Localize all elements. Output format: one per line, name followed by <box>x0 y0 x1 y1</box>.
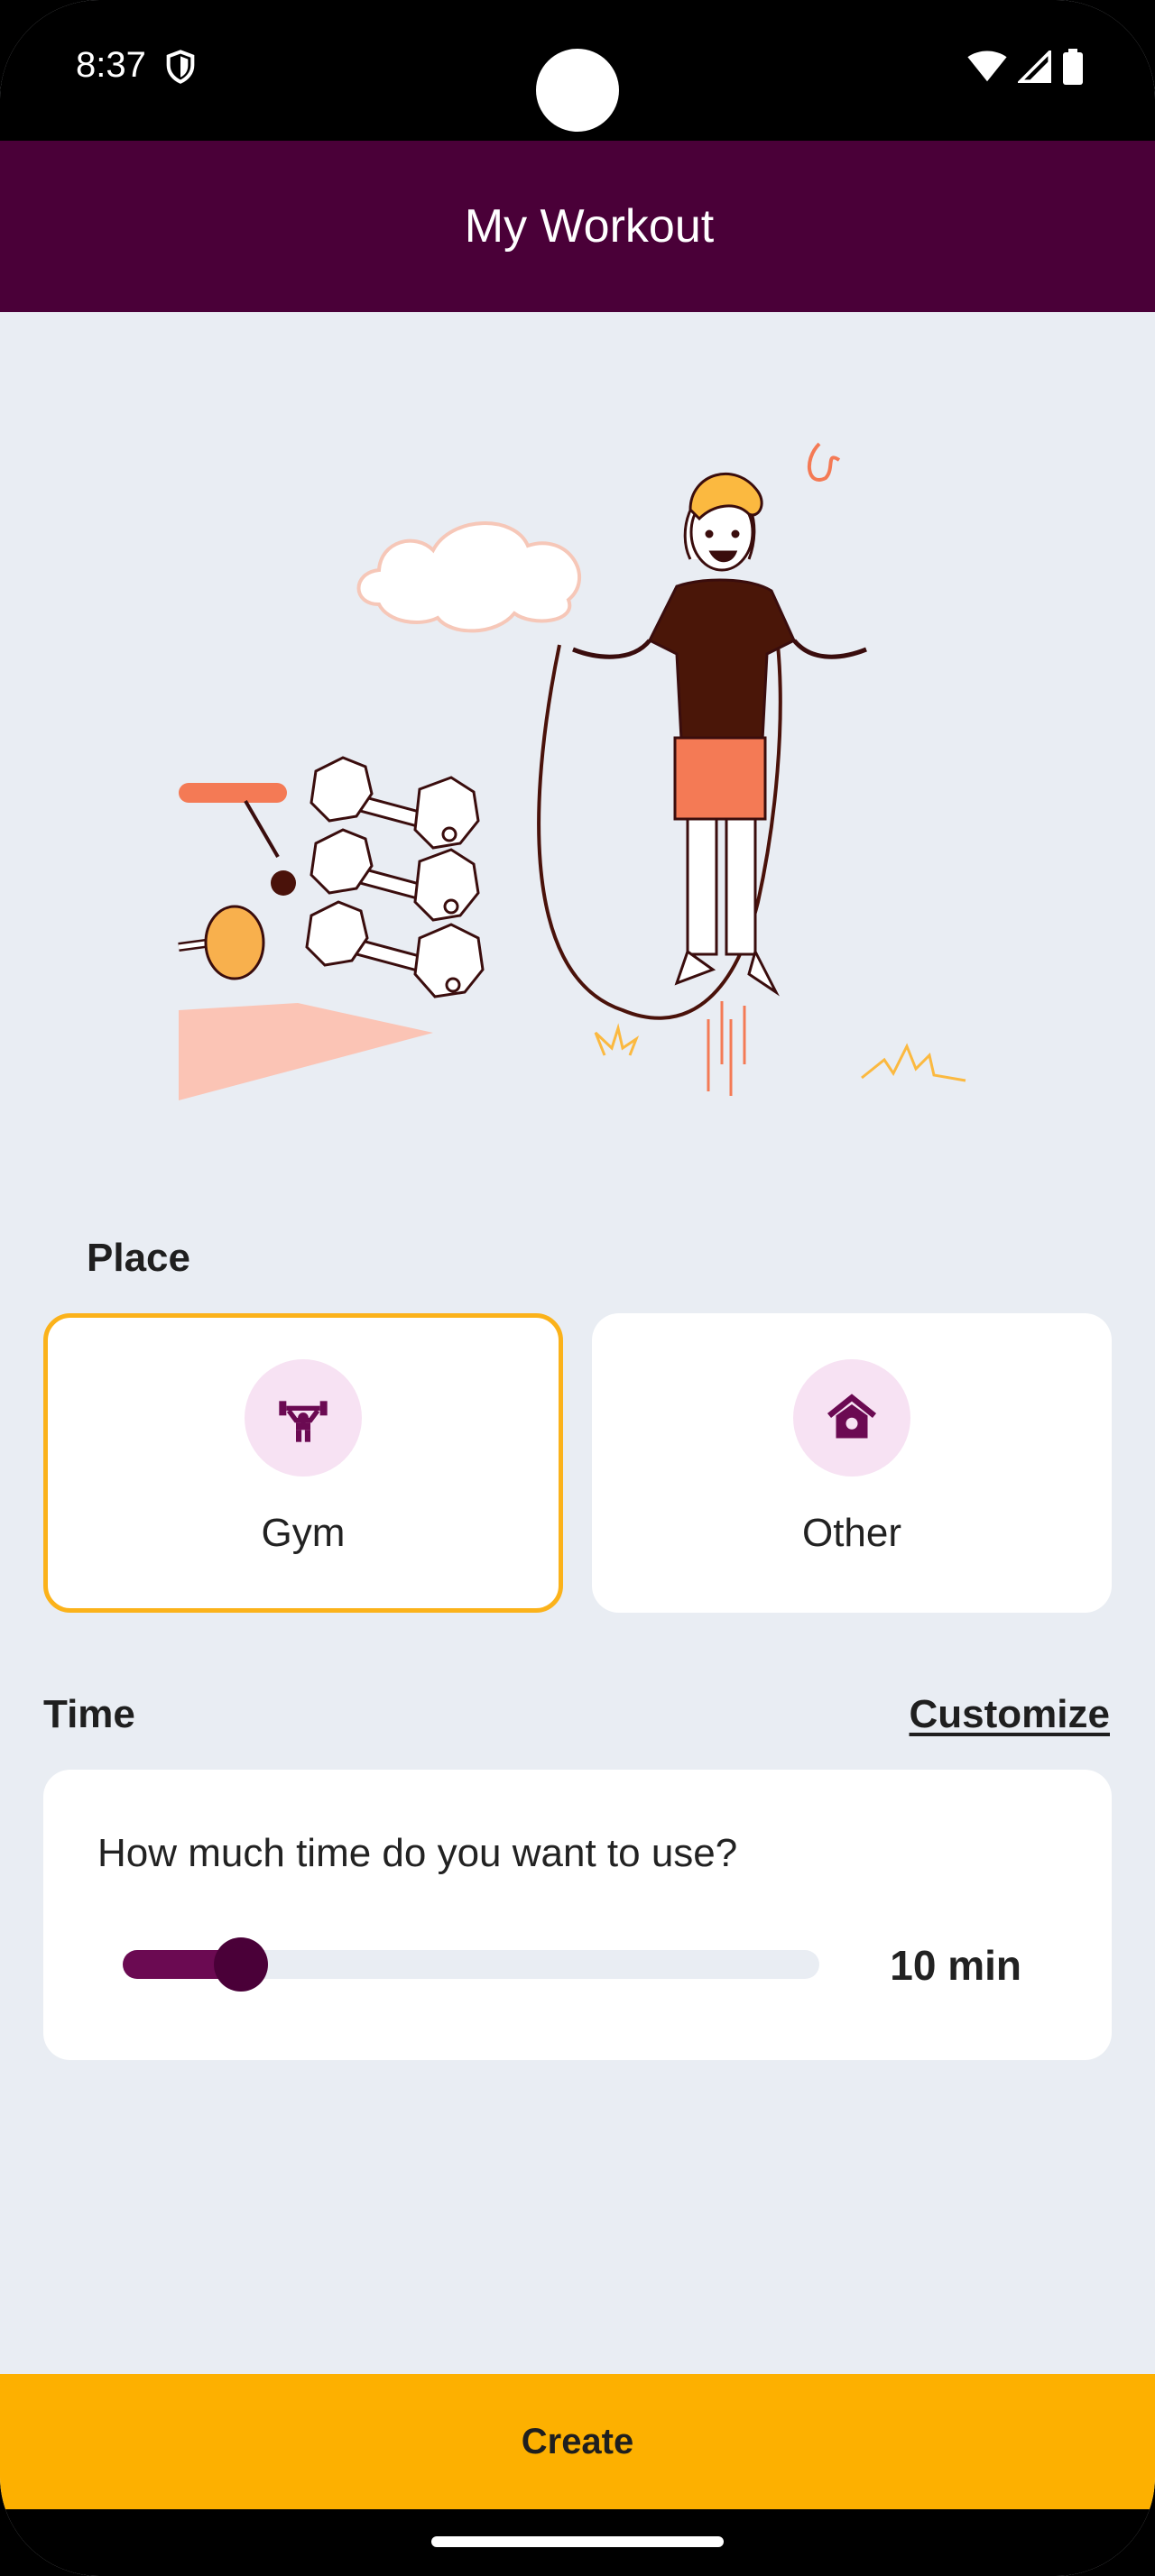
gym-icon-badge <box>245 1359 362 1477</box>
status-icons <box>967 49 1083 85</box>
place-option-label: Other <box>801 1511 902 1555</box>
cell-signal-icon <box>1018 51 1051 83</box>
place-option-gym[interactable]: Gym <box>43 1313 563 1613</box>
place-option-label: Gym <box>261 1511 346 1555</box>
front-camera <box>536 49 619 132</box>
wifi-icon <box>967 51 1007 82</box>
time-slider[interactable] <box>123 1937 819 1992</box>
home-indicator[interactable] <box>431 2536 724 2547</box>
shield-icon <box>166 50 195 84</box>
home-icon <box>827 1394 877 1439</box>
workout-illustration <box>178 442 966 1100</box>
phone-screen: 8:37 My Workout Place Gym Other Time Cus… <box>0 0 1155 2576</box>
time-value: 10 min <box>890 1942 1021 1989</box>
time-label: Time <box>43 1692 135 1736</box>
battery-icon <box>1063 49 1083 85</box>
time-question: How much time do you want to use? <box>97 1831 738 1875</box>
place-label: Place <box>87 1236 190 1280</box>
create-button-label: Create <box>521 2421 634 2461</box>
slider-thumb[interactable] <box>214 1937 269 1992</box>
create-button[interactable]: Create <box>0 2374 1155 2509</box>
page-title: My Workout <box>464 200 715 253</box>
status-bar: 8:37 <box>0 0 1155 141</box>
weightlifter-icon <box>279 1401 328 1442</box>
place-option-other[interactable]: Other <box>592 1313 1112 1613</box>
status-time: 8:37 <box>76 45 146 85</box>
home-icon-badge <box>793 1359 910 1477</box>
customize-link[interactable]: Customize <box>910 1692 1110 1737</box>
app-bar: My Workout <box>0 141 1155 312</box>
time-card: How much time do you want to use? 10 min <box>43 1770 1112 2060</box>
